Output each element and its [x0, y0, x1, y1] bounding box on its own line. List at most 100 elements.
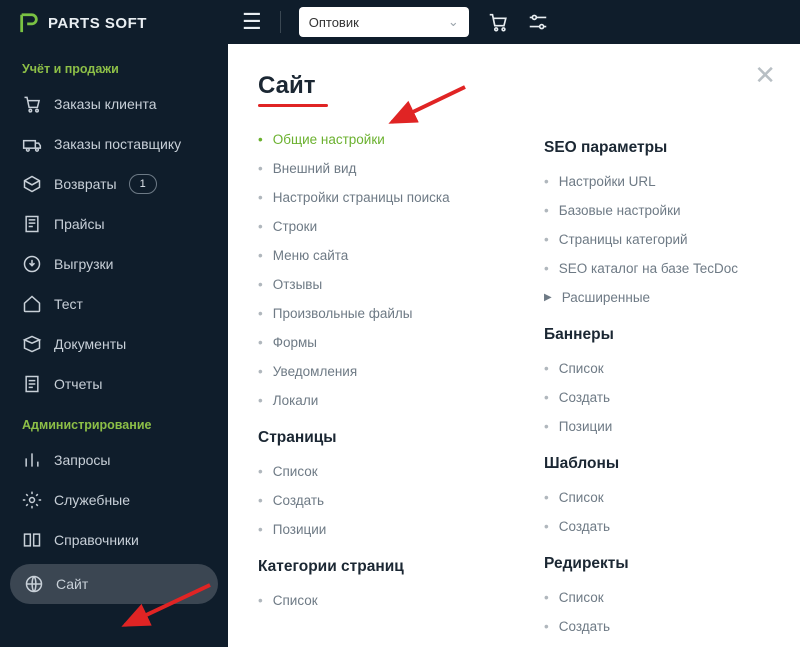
- panel-item[interactable]: Уведомления: [258, 357, 494, 386]
- sidebar-item-label: Тест: [54, 296, 83, 312]
- panel-item[interactable]: Произвольные файлы: [258, 299, 494, 328]
- panel-item-label: Список: [273, 464, 318, 479]
- group-title: Категории страниц: [258, 558, 494, 576]
- panel-item[interactable]: Список: [544, 483, 780, 512]
- panel-item[interactable]: Список: [544, 354, 780, 383]
- section-label-sales: Учёт и продажи: [0, 48, 228, 84]
- sidebar-item-icon: [22, 374, 42, 394]
- panel-item-label: Меню сайта: [273, 248, 349, 263]
- panel-item-label: Внешний вид: [273, 161, 357, 176]
- title-underline: [258, 104, 328, 107]
- menu-icon[interactable]: ☰: [242, 9, 262, 35]
- close-icon[interactable]: ✕: [754, 60, 776, 91]
- panel-col-left: Общие настройки Внешний вид Настройки стра…: [258, 125, 494, 641]
- sidebar-item-icon: [22, 450, 42, 470]
- sidebar-item[interactable]: Служебные: [0, 480, 228, 520]
- cart-icon[interactable]: [487, 11, 509, 33]
- group-title: Шаблоны: [544, 455, 780, 473]
- panel-item-label: Создать: [559, 619, 610, 634]
- panel-item[interactable]: Настройки страницы поиска: [258, 183, 494, 212]
- panel-item[interactable]: Меню сайта: [258, 241, 494, 270]
- panel-item[interactable]: Список: [258, 586, 494, 615]
- sidebar-item[interactable]: Тест: [0, 284, 228, 324]
- sidebar-item[interactable]: Документы: [0, 324, 228, 364]
- panel-item-label: Список: [559, 590, 604, 605]
- panel-item[interactable]: Отзывы: [258, 270, 494, 299]
- sidebar-item[interactable]: Заказы клиента: [0, 84, 228, 124]
- group-items: Общие настройки Внешний вид Настройки стра…: [258, 125, 494, 415]
- panel-item[interactable]: Создать: [544, 383, 780, 412]
- panel-item[interactable]: Создать: [544, 512, 780, 541]
- panel-item[interactable]: Общие настройки: [258, 125, 494, 154]
- panel-item[interactable]: Список: [544, 583, 780, 612]
- panel-item[interactable]: Строки: [258, 212, 494, 241]
- panel-item[interactable]: Список: [258, 457, 494, 486]
- panel-item-label: Создать: [559, 519, 610, 534]
- panel-item[interactable]: Настройки URL: [544, 167, 780, 196]
- panel-item-label: Строки: [273, 219, 317, 234]
- group-items: Настройки URL Базовые настройки Страницы к…: [544, 167, 780, 312]
- logo-mark-icon: [18, 12, 40, 34]
- panel-item[interactable]: Локали: [258, 386, 494, 415]
- group-title: SEO параметры: [544, 139, 780, 157]
- group-items: Список: [258, 586, 494, 615]
- sidebar-item-label: Служебные: [54, 492, 130, 508]
- panel-item-label: Создать: [273, 493, 324, 508]
- sidebar-item-icon: [22, 334, 42, 354]
- sidebar-item-icon: [22, 214, 42, 234]
- settings-sliders-icon[interactable]: [527, 11, 549, 33]
- sidebar: PARTS SOFT Учёт и продажи Заказы клиента…: [0, 0, 228, 647]
- role-select[interactable]: Оптовик ⌄: [299, 7, 469, 37]
- sidebar-item-icon: [22, 254, 42, 274]
- panel-item[interactable]: Создать: [544, 612, 780, 641]
- panel-item-label: Настройки страницы поиска: [273, 190, 450, 205]
- sidebar-item[interactable]: Прайсы: [0, 204, 228, 244]
- panel-item[interactable]: Позиции: [544, 412, 780, 441]
- sidebar-item[interactable]: Справочники: [0, 520, 228, 560]
- panel-item[interactable]: Базовые настройки: [544, 196, 780, 225]
- panel-item-label: Список: [559, 490, 604, 505]
- panel-columns: Общие настройки Внешний вид Настройки стра…: [258, 125, 780, 641]
- panel-item[interactable]: Создать: [258, 486, 494, 515]
- group-title: Страницы: [258, 429, 494, 447]
- panel-item-label: Отзывы: [273, 277, 322, 292]
- panel-item-label: Расширенные: [562, 290, 650, 305]
- panel-title: Сайт: [258, 72, 780, 100]
- sidebar-item-label: Запросы: [54, 452, 110, 468]
- sidebar-item[interactable]: Заказы поставщику: [0, 124, 228, 164]
- panel-item[interactable]: Страницы категорий: [544, 225, 780, 254]
- chevron-down-icon: ⌄: [448, 14, 459, 30]
- sidebar-item[interactable]: Отчеты: [0, 364, 228, 404]
- sidebar-item-label: Возвраты: [54, 176, 117, 192]
- sidebar-item[interactable]: Сайт: [10, 564, 218, 604]
- panel-item-label: Создать: [559, 390, 610, 405]
- divider: [280, 11, 281, 33]
- group-items: Список Создать Позиции: [544, 354, 780, 441]
- panel-item[interactable]: Позиции: [258, 515, 494, 544]
- sidebar-item[interactable]: Возвраты 1: [0, 164, 228, 204]
- group-items: Список Создать: [544, 483, 780, 541]
- sidebar-item-icon: [22, 490, 42, 510]
- panel-item[interactable]: Расширенные: [544, 283, 780, 312]
- sidebar-item-icon: [22, 530, 42, 550]
- sidebar-item[interactable]: Выгрузки: [0, 244, 228, 284]
- panel-item[interactable]: Внешний вид: [258, 154, 494, 183]
- panel-item[interactable]: SEO каталог на базе TecDoc: [544, 254, 780, 283]
- panel-item-label: Настройки URL: [559, 174, 656, 189]
- group-items: Список Создать: [544, 583, 780, 641]
- nav-sales: Заказы клиента Заказы поставщику Возвраты 1…: [0, 84, 228, 404]
- badge: 1: [129, 174, 157, 194]
- panel-item[interactable]: Формы: [258, 328, 494, 357]
- sidebar-item[interactable]: Запросы: [0, 440, 228, 480]
- panel-item-label: Позиции: [273, 522, 327, 537]
- panel-item-label: Локали: [273, 393, 319, 408]
- panel-item-label: Произвольные файлы: [273, 306, 413, 321]
- role-select-value: Оптовик: [309, 15, 359, 30]
- sidebar-item-label: Заказы поставщику: [54, 136, 181, 152]
- panel-item-label: Базовые настройки: [559, 203, 681, 218]
- panel-col-right: SEO параметры Настройки URL Базовые настро…: [544, 125, 780, 641]
- panel-item-label: Общие настройки: [273, 132, 385, 147]
- sidebar-item-label: Сайт: [56, 576, 88, 592]
- panel-item-label: SEO каталог на базе TecDoc: [559, 261, 738, 276]
- sidebar-item-icon: [22, 134, 42, 154]
